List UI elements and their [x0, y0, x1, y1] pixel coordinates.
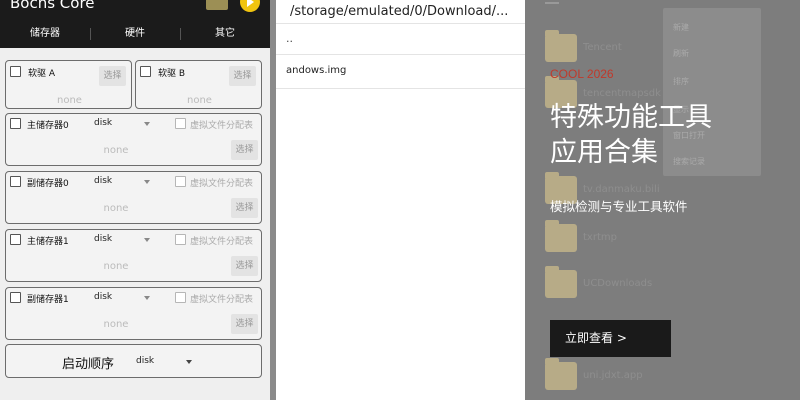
- folder-row: uni.jdxt.app: [545, 358, 785, 392]
- floppy-b-path: none: [187, 95, 212, 106]
- app-title: Bochs Core: [10, 0, 95, 12]
- drive-slave0-path: none: [103, 203, 129, 214]
- folder-name: txrtmp: [583, 232, 617, 243]
- menu-item: 排序: [673, 77, 689, 86]
- drive-slave0-vfs-checkbox[interactable]: [175, 176, 186, 187]
- floppy-b-card: 软驱 B 选择 none: [135, 60, 262, 109]
- drive-slave1-type[interactable]: disk: [94, 292, 112, 302]
- folder-icon: [545, 358, 577, 390]
- drive-master0-select-button[interactable]: 选择: [231, 140, 258, 160]
- drive-card-master0: 主储存器0 disk 虚拟文件分配表 选择 none: [5, 113, 262, 166]
- divider: [276, 23, 525, 24]
- ad-title: 特殊功能工具应用合集: [550, 102, 712, 168]
- parent-directory-item[interactable]: ..: [286, 32, 293, 45]
- folder-name: tv.danmaku.bili: [583, 184, 660, 195]
- folder-icon: [545, 30, 577, 62]
- folder-name: uni.jdxt.app: [583, 370, 643, 381]
- drive-slave1-label: 副储存器1: [27, 295, 69, 305]
- folder-row: txrtmp: [545, 220, 785, 254]
- drive-master0-label: 主储存器0: [27, 121, 69, 131]
- app-header: Bochs Core 储存器 硬件 其它: [0, 0, 270, 48]
- drive-master0-checkbox[interactable]: [10, 118, 21, 129]
- drive-slave0-type[interactable]: disk: [94, 176, 112, 186]
- drive-card-slave0: 副储存器0 disk 虚拟文件分配表 选择 none: [5, 171, 262, 224]
- boot-order-label: 启动顺序: [62, 357, 115, 372]
- folder-icon[interactable]: [206, 0, 228, 10]
- drive-slave1-vfs-checkbox[interactable]: [175, 292, 186, 303]
- drive-master1-select-button[interactable]: 选择: [231, 256, 258, 276]
- floppy-a-label: 软驱 A: [28, 69, 56, 79]
- folder-name: Tencent: [583, 42, 622, 53]
- floppy-b-label: 软驱 B: [158, 69, 186, 79]
- floppy-a-card: 软驱 A 选择 none: [5, 60, 132, 109]
- drive-master1-checkbox[interactable]: [10, 234, 21, 245]
- drive-card-slave1: 副储存器1 disk 虚拟文件分配表 选择 none: [5, 287, 262, 340]
- drive-master1-vfs-label: 虚拟文件分配表: [190, 237, 254, 247]
- folder-icon: [545, 266, 577, 298]
- tab-other[interactable]: 其它: [180, 22, 270, 46]
- drive-master0-vfs-checkbox[interactable]: [175, 118, 186, 129]
- drive-master1-type[interactable]: disk: [94, 234, 112, 244]
- folder-icon: [545, 220, 577, 252]
- boot-order-card[interactable]: 启动顺序 disk: [5, 344, 262, 378]
- floppy-a-select-button[interactable]: 选择: [99, 66, 126, 86]
- menu-item: 新建: [673, 23, 689, 32]
- drive-card-master1: 主储存器1 disk 虚拟文件分配表 选择 none: [5, 229, 262, 282]
- drive-slave0-select-button[interactable]: 选择: [231, 198, 258, 218]
- drive-master1-path: none: [103, 261, 129, 272]
- drive-slave1-select-button[interactable]: 选择: [231, 314, 258, 334]
- drive-master0-path: none: [103, 145, 129, 156]
- panel-divider: [270, 0, 276, 400]
- menu-item: 刷新: [673, 49, 689, 58]
- file-browser-panel: /storage/emulated/0/Download/... .. ando…: [270, 0, 525, 400]
- tab-storage[interactable]: 储存器: [0, 22, 90, 46]
- floppy-b-checkbox[interactable]: [140, 66, 151, 77]
- folder-name: tencentmapsdk: [583, 88, 661, 99]
- divider: [276, 54, 525, 55]
- ad-tag: COOL 2026: [550, 67, 614, 81]
- boot-order-value[interactable]: disk: [136, 356, 154, 366]
- bochs-app-panel: Bochs Core 储存器 硬件 其它 软驱 A 选择 none 软驱 B 选…: [0, 0, 270, 400]
- dropdown-arrow-icon[interactable]: [144, 180, 150, 184]
- tab-hardware[interactable]: 硬件: [90, 22, 180, 46]
- dropdown-arrow-icon[interactable]: [144, 296, 150, 300]
- folder-row: UCDownloads: [545, 266, 785, 300]
- drive-slave0-checkbox[interactable]: [10, 176, 21, 187]
- drive-master1-vfs-checkbox[interactable]: [175, 234, 186, 245]
- view-now-button[interactable]: 立即查看 >: [550, 320, 671, 357]
- file-list-item[interactable]: andows.img: [286, 65, 346, 76]
- drive-slave1-vfs-label: 虚拟文件分配表: [190, 295, 254, 305]
- divider: [276, 88, 525, 89]
- drive-slave0-label: 副储存器0: [27, 179, 69, 189]
- folder-name: UCDownloads: [583, 278, 653, 289]
- menu-icon: [545, 2, 559, 4]
- current-path: /storage/emulated/0/Download/...: [290, 4, 509, 19]
- drive-master0-vfs-label: 虚拟文件分配表: [190, 121, 254, 131]
- tab-bar: 储存器 硬件 其它: [0, 22, 270, 46]
- drive-slave1-path: none: [103, 319, 129, 330]
- drive-slave0-vfs-label: 虚拟文件分配表: [190, 179, 254, 189]
- ad-subtitle: 模拟检测与专业工具软件: [550, 199, 688, 214]
- dropdown-arrow-icon[interactable]: [186, 360, 192, 364]
- floppy-a-checkbox[interactable]: [10, 66, 21, 77]
- floppy-a-path: none: [57, 95, 82, 106]
- floppy-b-select-button[interactable]: 选择: [229, 66, 256, 86]
- drive-master0-type[interactable]: disk: [94, 118, 112, 128]
- play-icon[interactable]: [240, 0, 260, 12]
- dropdown-arrow-icon[interactable]: [144, 122, 150, 126]
- drive-master1-label: 主储存器1: [27, 237, 69, 247]
- drive-slave1-checkbox[interactable]: [10, 292, 21, 303]
- dropdown-arrow-icon[interactable]: [144, 238, 150, 242]
